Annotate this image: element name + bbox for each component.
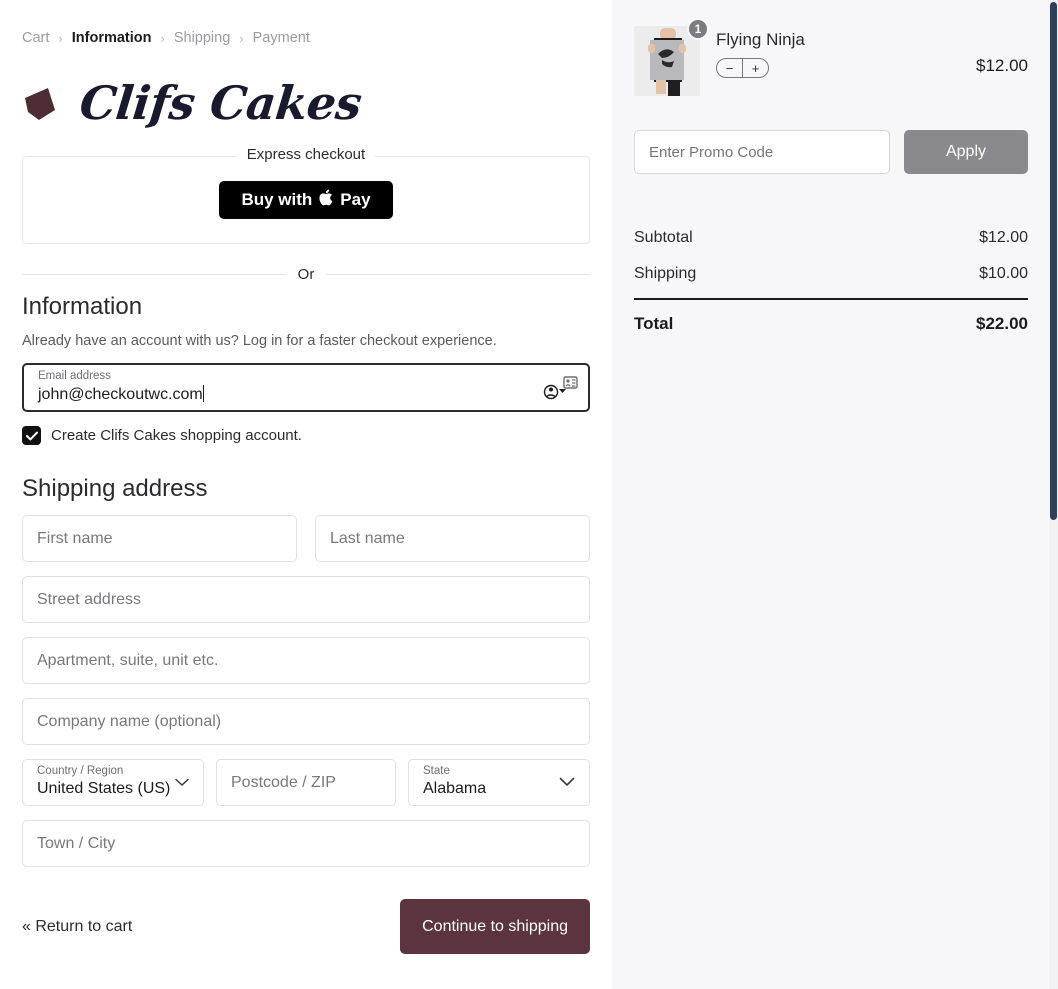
location-row: Country / Region United States (US) Post…: [22, 759, 590, 820]
express-checkout-box: Buy with Pay: [22, 156, 590, 244]
apple-logo-icon: [319, 189, 333, 209]
email-label: Email address: [38, 370, 111, 382]
grand-total-value: $22.00: [976, 314, 1028, 333]
country-value: United States (US): [37, 780, 171, 797]
promo-code-input[interactable]: [634, 130, 890, 174]
country-select[interactable]: Country / Region United States (US): [22, 759, 204, 806]
postcode-placeholder: Postcode / ZIP: [231, 773, 336, 791]
express-checkout-label: Express checkout: [236, 146, 376, 163]
promo-code-row: Apply: [634, 130, 1028, 174]
apple-pay-text: Buy with: [241, 190, 313, 209]
quantity-badge: 1: [687, 18, 709, 40]
decrease-quantity-button[interactable]: −: [717, 59, 742, 77]
login-prompt: Already have an account with us? Log in …: [22, 333, 497, 349]
city-placeholder: Town / City: [37, 834, 116, 852]
email-field[interactable]: Email address john@checkoutwc.com: [22, 363, 590, 412]
quantity-stepper[interactable]: − +: [716, 58, 769, 78]
last-name-placeholder: Last name: [330, 529, 405, 547]
postcode-field[interactable]: Postcode / ZIP: [216, 759, 396, 806]
checkout-page: Cart › Information › Shipping › Payment …: [0, 0, 1058, 989]
apartment-field[interactable]: Apartment, suite, unit etc.: [22, 637, 590, 684]
cart-line-item: 1 Flying Ninja − + $12.00: [634, 18, 1028, 96]
company-field[interactable]: Company name (optional): [22, 698, 590, 745]
cart-item-details: Flying Ninja − +: [716, 26, 960, 78]
grand-total-label: Total: [634, 314, 674, 333]
chevron-down-icon: [175, 774, 189, 792]
apply-promo-button[interactable]: Apply: [904, 130, 1028, 174]
page-scrollbar[interactable]: [1049, 0, 1058, 989]
apartment-placeholder: Apartment, suite, unit etc.: [37, 651, 219, 669]
apple-pay-suffix: Pay: [340, 190, 371, 209]
or-divider: Or: [22, 266, 591, 283]
order-summary-sidebar: 1 Flying Ninja − + $12.00 Apply Subtotal…: [612, 0, 1058, 989]
subtotal-label: Subtotal: [634, 229, 693, 246]
cart-item-price: $12.00: [976, 56, 1028, 75]
chevron-right-icon: ›: [58, 30, 63, 46]
divider-line-right: [326, 274, 591, 275]
information-title: Information: [22, 293, 143, 320]
brand-name: Clifs Cakes: [77, 76, 365, 130]
name-row: First name Last name: [22, 515, 590, 576]
chevron-right-icon: ›: [239, 30, 244, 46]
street-address-field[interactable]: Street address: [22, 576, 590, 623]
shipping-row: Shipping $10.00: [634, 256, 1028, 292]
company-placeholder: Company name (optional): [37, 712, 222, 730]
return-to-cart-link[interactable]: « Return to cart: [22, 918, 132, 936]
apple-pay-button[interactable]: Buy with Pay: [219, 181, 393, 219]
breadcrumb-item-shipping[interactable]: Shipping: [174, 30, 230, 46]
continue-to-shipping-button[interactable]: Continue to shipping: [400, 899, 590, 954]
breadcrumb-item-payment[interactable]: Payment: [253, 30, 310, 46]
first-name-placeholder: First name: [37, 529, 113, 547]
scrollbar-thumb[interactable]: [1050, 2, 1057, 520]
checkout-main-panel: Cart › Information › Shipping › Payment …: [0, 0, 612, 989]
order-totals: Subtotal $12.00 Shipping $10.00 Total $2…: [634, 220, 1028, 343]
first-name-field[interactable]: First name: [22, 515, 297, 562]
increase-quantity-button[interactable]: +: [743, 59, 768, 77]
last-name-field[interactable]: Last name: [315, 515, 590, 562]
form-actions: « Return to cart Continue to shipping: [22, 899, 590, 954]
create-account-label: Create Clifs Cakes shopping account.: [51, 427, 302, 444]
state-select[interactable]: State Alabama: [408, 759, 590, 806]
cake-slice-icon: [22, 80, 68, 126]
brand-logo[interactable]: Clifs Cakes: [22, 72, 590, 134]
product-thumbnail-wrap: 1: [634, 18, 709, 96]
email-value: john@checkoutwc.com: [38, 384, 204, 403]
city-field[interactable]: Town / City: [22, 820, 590, 867]
chevron-right-icon: ›: [160, 30, 165, 46]
subtotal-value: $12.00: [979, 229, 1028, 246]
street-address-placeholder: Street address: [37, 590, 142, 608]
shipping-address-title: Shipping address: [22, 475, 208, 502]
divider-line-left: [22, 274, 286, 275]
text-caret: [202, 384, 204, 402]
shipping-label: Shipping: [634, 265, 697, 282]
autofill-icon[interactable]: [542, 375, 578, 401]
grand-total-row: Total $22.00: [634, 300, 1028, 343]
state-value: Alabama: [423, 780, 487, 797]
breadcrumb-item-cart[interactable]: Cart: [22, 30, 49, 46]
chevron-down-icon: [559, 774, 575, 792]
breadcrumb: Cart › Information › Shipping › Payment: [22, 30, 590, 46]
country-label: Country / Region: [37, 765, 124, 777]
create-account-row[interactable]: Create Clifs Cakes shopping account.: [22, 426, 590, 445]
create-account-checkbox[interactable]: [22, 426, 41, 445]
state-label: State: [423, 765, 450, 777]
breadcrumb-item-information[interactable]: Information: [72, 30, 152, 46]
subtotal-row: Subtotal $12.00: [634, 220, 1028, 256]
cart-item-name: Flying Ninja: [716, 30, 805, 49]
or-label: Or: [297, 266, 315, 283]
shipping-value: $10.00: [979, 265, 1028, 282]
express-checkout-section: Express checkout Buy with Pay: [22, 146, 590, 244]
